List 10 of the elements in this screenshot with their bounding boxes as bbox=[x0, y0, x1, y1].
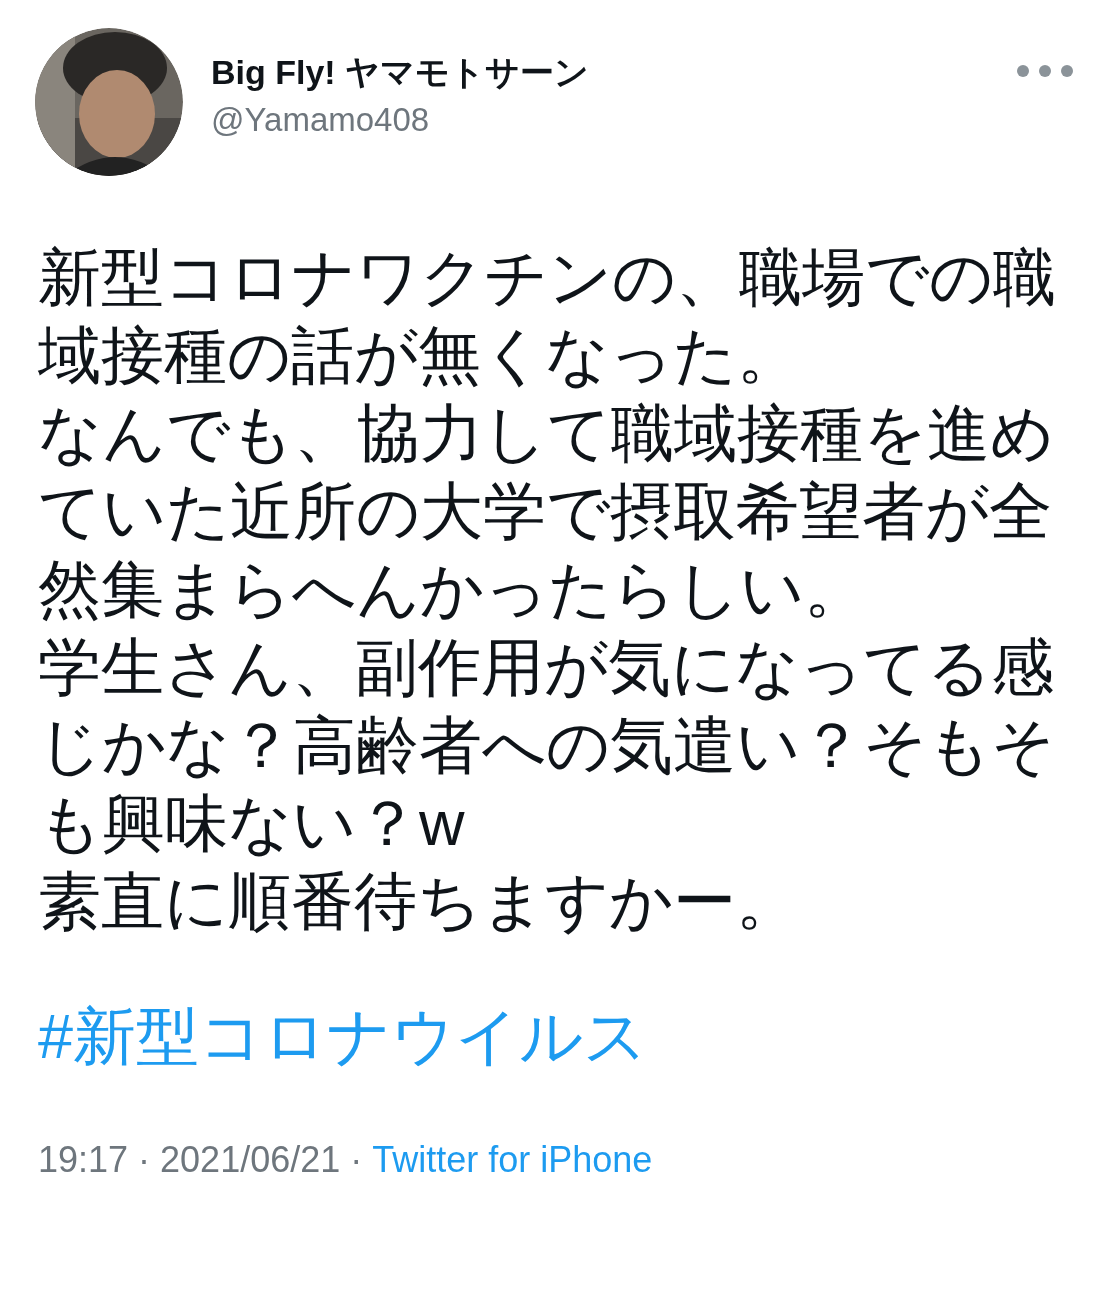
tweet-text: 学生さん、副作用が気になってる感じかな？高齢者への気遣い？そもそも興味ない？w bbox=[38, 631, 1056, 860]
more-icon[interactable] bbox=[1016, 64, 1074, 78]
tweet-text: 素直に順番待ちますかー。 bbox=[38, 865, 800, 938]
author-name[interactable]: Big Fly! ヤマモトサーン bbox=[211, 50, 590, 94]
hashtag-link[interactable]: #新型コロナウイルス bbox=[38, 997, 648, 1075]
source-link[interactable]: Twitter for iPhone bbox=[372, 1138, 653, 1182]
tweet-text: 新型コロナワクチンの、職場での職域接種の話が無くなった。 bbox=[38, 241, 1057, 392]
author-handle[interactable]: @Yamamo408 bbox=[211, 98, 430, 142]
timestamp: 19:17 · 2021/06/21 · bbox=[38, 1138, 363, 1182]
tweet-text: なんでも、協力して職域接種を進めていた近所の大学で摂取希望者が全然集まらへんかったらしい。 bbox=[38, 397, 1055, 626]
